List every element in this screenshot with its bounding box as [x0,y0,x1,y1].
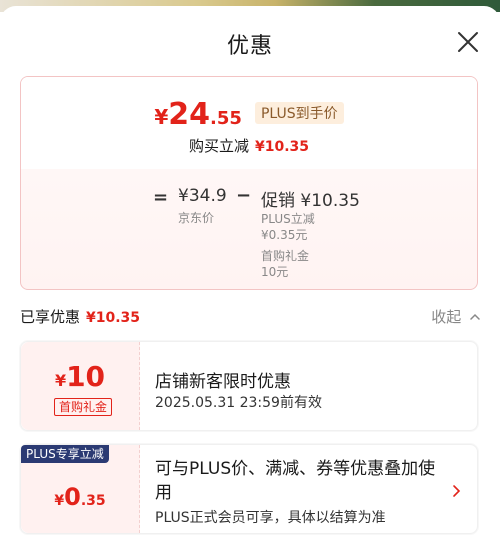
collapse-button[interactable]: 收起 [431,306,480,327]
equals-sign: = [153,187,169,208]
coupon-title: 店铺新客限时优惠 [155,372,291,392]
jd-price-label: 京东价 [178,211,215,225]
final-price: ¥24.55 [154,97,242,132]
collapse-label: 收起 [431,308,462,326]
jd-price-value: ¥34.9 [178,186,227,206]
coupon-amount-integer: 0 [64,483,81,511]
chevron-up-icon [470,313,480,320]
coupon-expiry: 2025.05.31 23:59前有效 [155,395,322,411]
close-button[interactable] [456,30,480,54]
coupon-amount: ¥10 [21,360,139,393]
enjoyed-label: 已享优惠 [20,308,81,326]
currency-symbol: ¥ [154,105,169,129]
coupon-type-tag: 首购礼金 [54,398,113,416]
currency-symbol: ¥ [54,371,67,390]
price-decimal: .55 [210,108,242,129]
price-breakdown-card: ¥24.55 PLUS到手价 购买立减 ¥10.35 = ¥34.9 京东价 − … [20,76,478,290]
coupon-amount: ¥0.35 [21,483,139,511]
minus-sign: − [236,185,252,206]
promo-total: 促销 ¥10.35 [261,191,360,211]
close-icon [458,32,478,52]
coupon-amount-value: 10 [66,360,106,393]
coupon-card[interactable]: PLUS专享立减 ¥0.35 可与PLUS价、满减、券等优惠叠加使用 PLUS正… [20,444,478,534]
currency-symbol: ¥ [54,493,65,509]
promo-item-name: PLUS立减 [261,212,315,226]
coupon-description: PLUS正式会员可享，具体以结算为准 [155,510,386,526]
offers-sheet: 优惠 ¥24.55 PLUS到手价 购买立减 ¥10.35 = ¥34.9 京东价… [0,6,500,535]
purchase-reduction: 购买立减 ¥10.35 [21,135,477,156]
price-calculation: = ¥34.9 京东价 − 促销 ¥10.35 PLUS立减 ¥0.35元 首购… [21,181,477,281]
price-integer: 24 [168,97,210,132]
final-price-row: ¥24.55 PLUS到手价 [21,97,477,132]
coupon-card[interactable]: ¥10 首购礼金 店铺新客限时优惠 2025.05.31 23:59前有效 [20,341,478,431]
reduction-label: 购买立减 [188,137,249,155]
enjoyed-amount: ¥10.35 [86,310,141,326]
coupon-title: 可与PLUS价、满减、券等优惠叠加使用 [155,459,436,503]
promo-item-name: 首购礼金 [261,249,310,263]
reduction-amount: ¥10.35 [254,139,310,155]
promo-item-value: 10元 [261,265,289,279]
coupon-detail-button[interactable] [451,483,461,502]
price-summary: ¥24.55 PLUS到手价 购买立减 ¥10.35 [21,77,477,169]
chevron-right-icon [453,485,461,497]
enjoyed-discount: 已享优惠 ¥10.35 [20,306,140,327]
plus-price-tag: PLUS到手价 [254,102,344,124]
sheet-title: 优惠 [226,34,273,59]
promo-item-value: ¥0.35元 [261,228,308,242]
plus-exclusive-badge: PLUS专享立减 [21,445,109,463]
coupon-amount-decimal: .35 [80,493,106,509]
